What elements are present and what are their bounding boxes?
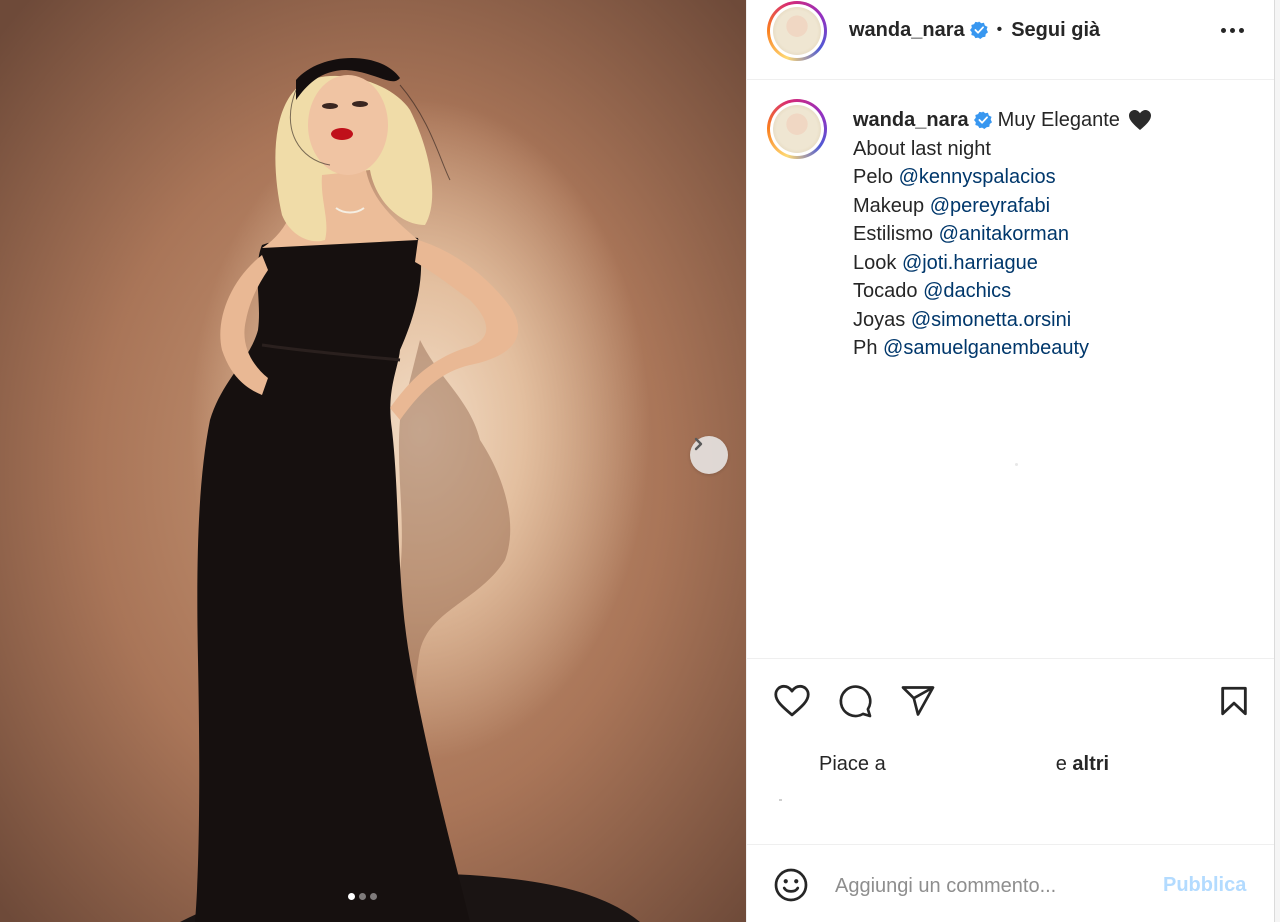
post-actions: Piace a e altri <box>747 658 1275 844</box>
black-heart-icon <box>1128 110 1151 131</box>
caption-line: Pelo @kennyspalacios <box>853 166 1056 188</box>
verified-badge-icon <box>973 111 992 130</box>
likes-others-link[interactable]: altri <box>1072 753 1109 775</box>
caption-line: Makeup @pereyrafabi <box>853 194 1051 217</box>
paper-plane-icon[interactable] <box>898 681 938 721</box>
post-photo-illustration <box>180 57 640 922</box>
faint-mark <box>1015 463 1018 466</box>
caption-line: Estilismo @anitakorman <box>853 223 1069 245</box>
comment-bubble-icon[interactable] <box>835 681 875 721</box>
caption-line: About last night <box>853 137 991 160</box>
faint-mark <box>779 799 782 801</box>
likes-summary: Piace a e altri <box>819 753 1109 776</box>
post-header: wanda_nara • Segui già <box>747 0 1275 80</box>
window-edge <box>1274 0 1280 922</box>
smiley-icon[interactable] <box>773 867 809 903</box>
post-photo[interactable] <box>0 0 746 922</box>
caption-line: Look @joti.harriague <box>853 251 1038 274</box>
comment-input[interactable] <box>835 871 1155 901</box>
carousel-indicator <box>348 893 377 900</box>
author-username[interactable]: wanda_nara <box>849 19 965 42</box>
mention-link[interactable]: @simonetta.orsini <box>911 309 1071 331</box>
more-options-icon[interactable] <box>1215 20 1249 40</box>
caption-avatar[interactable] <box>767 99 827 159</box>
mention-link[interactable]: @joti.harriague <box>902 252 1038 274</box>
carousel-dot <box>359 893 366 900</box>
caption-line: Tocado @dachics <box>853 280 1012 302</box>
header-separator: • <box>996 21 1003 38</box>
likes-prefix: Piace a <box>819 753 886 775</box>
caption-username[interactable]: wanda_nara <box>853 106 969 135</box>
mention-link[interactable]: @anitakorman <box>939 223 1069 245</box>
comment-composer: Pubblica <box>747 844 1275 922</box>
likes-connector: e <box>1055 753 1067 775</box>
mention-link[interactable]: @dachics <box>923 280 1011 302</box>
publish-button[interactable]: Pubblica <box>1163 874 1246 897</box>
chevron-right-icon <box>694 437 703 451</box>
caption-line: Joyas @simonetta.orsini <box>853 308 1072 331</box>
caption-text: wanda_nara Muy Elegante About last night… <box>853 106 1253 363</box>
verified-badge-icon <box>969 21 988 39</box>
caption-section: wanda_nara Muy Elegante About last night… <box>747 80 1275 658</box>
mention-link[interactable]: @kennyspalacios <box>899 166 1056 188</box>
caption-headline: Muy Elegante <box>997 109 1120 131</box>
carousel-dot-active <box>348 893 355 900</box>
bookmark-icon[interactable] <box>1214 681 1254 721</box>
follow-status-button[interactable]: Segui già <box>1011 19 1100 42</box>
carousel-next-button[interactable] <box>690 436 728 474</box>
heart-icon[interactable] <box>772 681 812 721</box>
mention-link[interactable]: @pereyrafabi <box>930 195 1050 217</box>
caption-line: Ph @samuelganembeauty <box>853 337 1090 359</box>
carousel-dot <box>370 893 377 900</box>
author-avatar[interactable] <box>767 1 827 61</box>
mention-link[interactable]: @samuelganembeauty <box>883 337 1089 359</box>
post-side-panel: wanda_nara • Segui già wanda_nara Muy El… <box>746 0 1275 922</box>
